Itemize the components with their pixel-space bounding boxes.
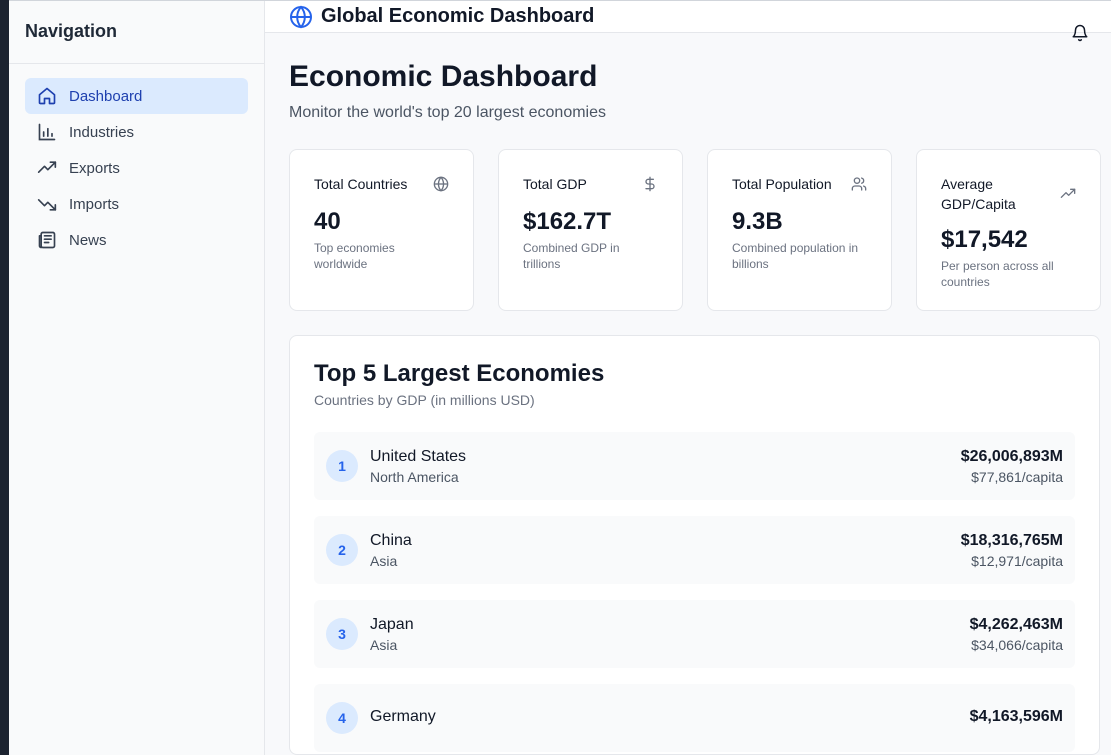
rank-badge: 4 bbox=[326, 702, 358, 734]
sidebar: Navigation Dashboard Industries Exports bbox=[9, 1, 265, 755]
country-info: Japan Asia bbox=[370, 615, 414, 653]
newspaper-icon bbox=[37, 230, 57, 250]
stat-value: $17,542 bbox=[941, 226, 1028, 253]
sidebar-item-imports[interactable]: Imports bbox=[25, 186, 248, 222]
rank-badge: 2 bbox=[326, 534, 358, 566]
main-area: Global Economic Dashboard Economic Dashb… bbox=[265, 1, 1111, 755]
page-subtitle: Monitor the world's top 20 largest econo… bbox=[289, 104, 606, 121]
stat-label: Total Countries bbox=[314, 176, 408, 192]
country-name: Japan bbox=[370, 616, 414, 633]
dollar-icon bbox=[642, 176, 658, 192]
bar-chart-icon bbox=[37, 122, 57, 142]
sidebar-item-industries[interactable]: Industries bbox=[25, 114, 248, 150]
top-bar: Global Economic Dashboard bbox=[265, 1, 1111, 42]
stat-card-average-gdp-capita: Average GDP/Capita $17,542 Per person ac… bbox=[916, 149, 1101, 311]
country-name: United States bbox=[370, 448, 467, 465]
stats-row: Total Countries 40 Top economies worldwi… bbox=[289, 149, 1101, 311]
sidebar-item-label: News bbox=[69, 231, 107, 249]
country-region: Asia bbox=[370, 553, 398, 569]
sidebar-item-exports[interactable]: Exports bbox=[25, 150, 248, 186]
stat-card-total-gdp: Total GDP $162.7T Combined GDP in trilli… bbox=[498, 149, 683, 311]
stat-description: Combined GDP in trillions bbox=[523, 241, 620, 271]
trending-up-icon bbox=[1060, 186, 1076, 202]
stat-description: Per person across all countries bbox=[941, 259, 1054, 289]
sidebar-item-label: Exports bbox=[69, 159, 120, 177]
country-name: China bbox=[370, 532, 412, 549]
globe-icon bbox=[433, 176, 449, 192]
country-info: Germany bbox=[370, 707, 436, 729]
stat-description: Top economies worldwide bbox=[314, 241, 395, 271]
country-values: $18,316,765M $12,971/capita bbox=[961, 531, 1063, 569]
list-item[interactable]: 2 China Asia $18,316,765M $12,971/capita bbox=[314, 516, 1075, 584]
sidebar-nav: Dashboard Industries Exports Imports New… bbox=[9, 64, 264, 258]
trending-up-icon bbox=[37, 158, 57, 178]
page-title: Economic Dashboard bbox=[289, 60, 598, 93]
gdp-value: $4,163,596M bbox=[969, 708, 1063, 725]
app-title: Global Economic Dashboard bbox=[321, 5, 595, 27]
stat-value: 40 bbox=[314, 208, 341, 235]
stat-label: Total GDP bbox=[523, 176, 587, 192]
sidebar-item-news[interactable]: News bbox=[25, 222, 248, 258]
gdp-value: $18,316,765M bbox=[960, 532, 1063, 549]
panel-title: Top 5 Largest Economies bbox=[314, 360, 605, 387]
country-name: Germany bbox=[370, 708, 436, 725]
rank-badge: 3 bbox=[326, 618, 358, 650]
stat-value: 9.3B bbox=[732, 208, 783, 235]
page-content: Economic Dashboard Monitor the world's t… bbox=[265, 33, 1111, 755]
country-info: China Asia bbox=[370, 531, 412, 569]
per-capita-value: $77,861/capita bbox=[971, 469, 1063, 485]
trending-down-icon bbox=[37, 194, 57, 214]
top-economies-panel: Top 5 Largest Economies Countries by GDP… bbox=[289, 335, 1100, 755]
stat-value: $162.7T bbox=[523, 208, 612, 235]
app-window: Navigation Dashboard Industries Exports bbox=[9, 0, 1111, 755]
country-values: $4,163,596M bbox=[970, 707, 1063, 729]
country-values: $26,006,893M $77,861/capita bbox=[961, 447, 1063, 485]
stat-card-total-population: Total Population 9.3B Combined populatio… bbox=[707, 149, 892, 311]
sidebar-item-label: Industries bbox=[69, 123, 135, 141]
gdp-value: $26,006,893M bbox=[960, 448, 1063, 465]
per-capita-value: $34,066/capita bbox=[971, 637, 1063, 653]
panel-subtitle: Countries by GDP (in millions USD) bbox=[314, 392, 535, 408]
list-item[interactable]: 3 Japan Asia $4,262,463M $34,066/capita bbox=[314, 600, 1075, 668]
sidebar-title: Navigation bbox=[9, 1, 264, 64]
per-capita-value: $12,971/capita bbox=[971, 553, 1063, 569]
sidebar-item-label: Imports bbox=[69, 195, 120, 213]
stat-label: Average GDP/Capita bbox=[941, 176, 1016, 212]
country-region: North America bbox=[370, 469, 459, 485]
list-item[interactable]: 1 United States North America $26,006,89… bbox=[314, 432, 1075, 500]
stat-label: Total Population bbox=[732, 176, 832, 192]
globe-icon bbox=[289, 4, 313, 29]
home-icon bbox=[37, 86, 57, 106]
gdp-value: $4,262,463M bbox=[969, 616, 1063, 633]
economy-list: 1 United States North America $26,006,89… bbox=[314, 432, 1075, 752]
country-region: Asia bbox=[370, 637, 398, 653]
list-item[interactable]: 4 Germany $4,163,596M bbox=[314, 684, 1075, 752]
users-icon bbox=[851, 176, 867, 192]
sidebar-item-label: Dashboard bbox=[69, 87, 143, 105]
sidebar-item-dashboard[interactable]: Dashboard bbox=[25, 78, 248, 114]
country-values: $4,262,463M $34,066/capita bbox=[970, 615, 1063, 653]
stat-card-total-countries: Total Countries 40 Top economies worldwi… bbox=[289, 149, 474, 311]
country-info: United States North America bbox=[370, 447, 466, 485]
stat-description: Combined population in billions bbox=[732, 241, 859, 271]
rank-badge: 1 bbox=[326, 450, 358, 482]
